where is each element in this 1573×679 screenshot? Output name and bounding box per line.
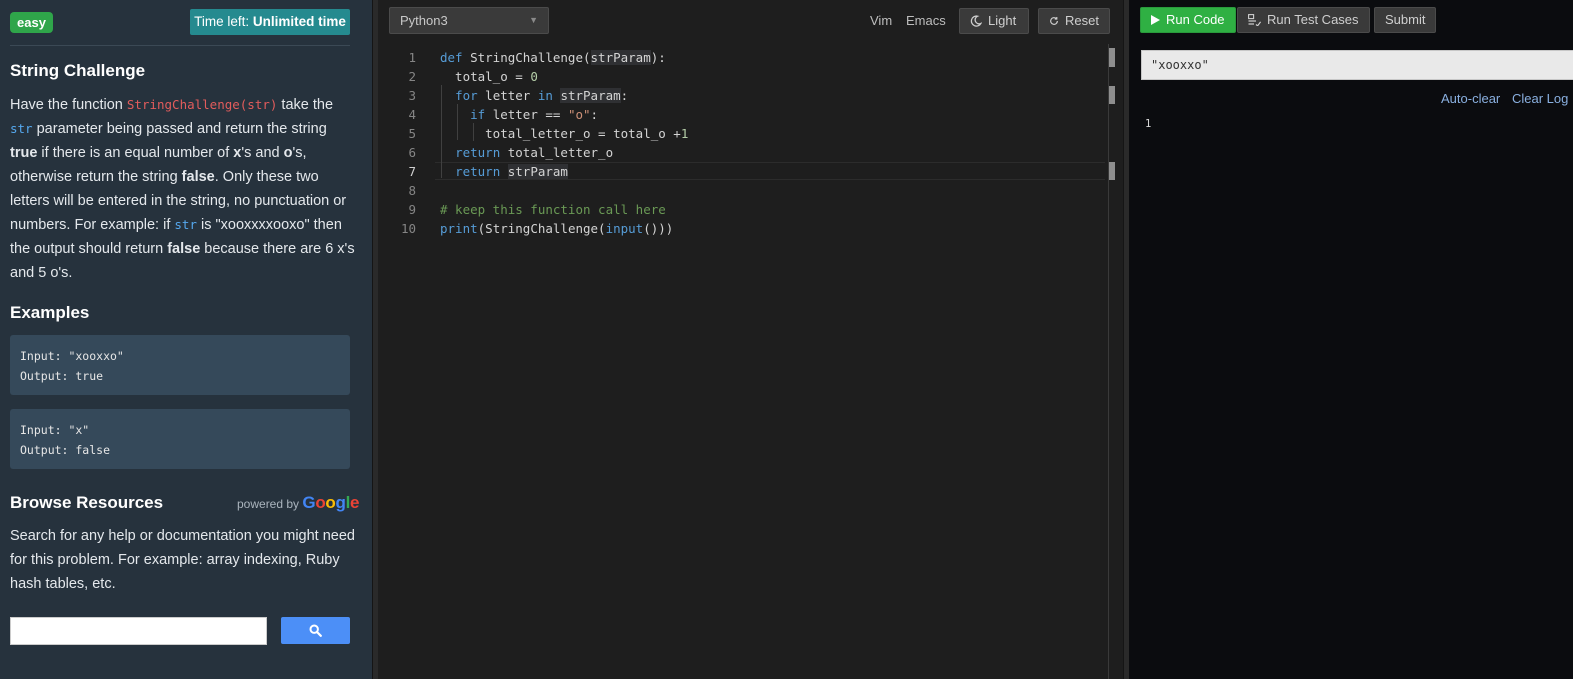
run-test-cases-button[interactable]: Run Test Cases xyxy=(1237,7,1370,33)
line-number: 10 xyxy=(400,221,416,236)
resources-text: Search for any help or documentation you… xyxy=(10,528,355,592)
line-number: 5 xyxy=(408,126,416,141)
code-editor-panel: Python3 ▼ Vim Emacs Light Reset 1 2 3 4 … xyxy=(378,0,1123,679)
param-code: str xyxy=(10,121,33,136)
submit-label: Submit xyxy=(1385,12,1426,27)
search-button[interactable] xyxy=(281,617,350,644)
line-number: 2 xyxy=(408,69,416,84)
example-output: Output: false xyxy=(20,443,111,457)
line-number-active: 7 xyxy=(408,164,416,179)
difficulty-badge: easy xyxy=(10,12,53,33)
reset-button[interactable]: Reset xyxy=(1038,8,1110,34)
o-char: o xyxy=(283,145,293,161)
problem-title: String Challenge xyxy=(10,61,146,80)
example-box: Input: "xooxxo" Output: true xyxy=(10,335,350,395)
example-box: Input: "x" Output: false xyxy=(10,409,350,469)
run-code-button[interactable]: Run Code xyxy=(1140,7,1236,33)
line-number: 8 xyxy=(408,183,416,198)
chevron-down-icon: ▼ xyxy=(529,15,538,25)
code-line: # keep this function call here xyxy=(440,202,666,217)
resources-title: Browse Resources xyxy=(10,493,164,512)
editor-scrollbar[interactable] xyxy=(1108,44,1109,679)
line-number: 6 xyxy=(408,145,416,160)
code-line: return strParam xyxy=(455,164,568,179)
language-value: Python3 xyxy=(400,13,448,28)
true-keyword: true xyxy=(10,145,38,161)
code-line: def StringChallenge(strParam): xyxy=(440,50,666,65)
time-left-label: Time left: xyxy=(194,14,250,29)
language-select[interactable]: Python3 ▼ xyxy=(389,7,549,34)
powered-by-google: powered by Google xyxy=(237,493,360,513)
stdin-input[interactable]: "xooxxo" xyxy=(1141,50,1573,80)
code-line: if letter == "o": xyxy=(470,107,599,122)
example-output: Output: true xyxy=(20,369,104,383)
scroll-marker xyxy=(1109,162,1115,180)
desc-text: Have the function xyxy=(10,97,127,113)
time-left-value: Unlimited time xyxy=(252,14,346,29)
code-line: total_letter_o = total_o +1 xyxy=(440,126,689,141)
powered-by-text: powered by xyxy=(237,497,300,511)
search-icon xyxy=(309,624,322,637)
desc-text: 's and xyxy=(241,145,284,161)
list-icon xyxy=(1248,14,1261,26)
scroll-marker xyxy=(1109,86,1115,104)
example-input: Input: "x" xyxy=(20,423,90,437)
false-keyword: false xyxy=(181,169,215,185)
moon-icon xyxy=(970,15,982,27)
submit-button[interactable]: Submit xyxy=(1374,7,1437,33)
example-input: Input: "xooxxo" xyxy=(20,349,124,363)
line-number: 4 xyxy=(408,107,416,122)
run-code-label: Run Code xyxy=(1166,12,1225,27)
play-icon xyxy=(1151,15,1160,25)
examples-title: Examples xyxy=(10,303,90,322)
param-code: str xyxy=(174,217,197,232)
desc-text: take the xyxy=(277,97,334,113)
problem-description: Have the function StringChallenge(str) t… xyxy=(10,93,355,285)
line-number: 1 xyxy=(408,50,416,65)
vim-mode-link[interactable]: Vim xyxy=(870,13,892,28)
line-number: 3 xyxy=(408,88,416,103)
resource-search-input[interactable] xyxy=(10,617,267,645)
code-line: for letter in strParam: xyxy=(455,88,629,103)
problem-panel: easy Time left: Unlimited time String Ch… xyxy=(0,0,372,679)
code-line: print(StringChallenge(input())) xyxy=(440,221,674,236)
console-output: 1 xyxy=(1145,118,1152,130)
desc-text: if there is an equal number of xyxy=(37,145,234,161)
false-keyword: false xyxy=(167,241,201,257)
emacs-mode-link[interactable]: Emacs xyxy=(906,13,946,28)
desc-text: parameter being passed and return the st… xyxy=(32,121,327,137)
run-test-cases-label: Run Test Cases xyxy=(1267,12,1359,27)
refresh-icon xyxy=(1050,16,1058,25)
line-number: 9 xyxy=(408,202,416,217)
scroll-marker xyxy=(1109,48,1115,67)
function-signature: StringChallenge(str) xyxy=(126,97,278,112)
code-line: total_o = 0 xyxy=(440,69,538,84)
auto-clear-toggle[interactable]: Auto-clear xyxy=(1441,91,1500,106)
light-theme-button[interactable]: Light xyxy=(959,8,1029,34)
light-label: Light xyxy=(988,13,1017,28)
clear-log-link[interactable]: Clear Log xyxy=(1512,91,1568,106)
console-panel: Run Code Run Test Cases Submit "xooxxo" … xyxy=(1129,0,1573,679)
time-left-box: Time left: Unlimited time xyxy=(190,9,350,35)
code-line: return total_letter_o xyxy=(455,145,614,160)
divider xyxy=(10,45,350,46)
reset-label: Reset xyxy=(1065,13,1099,28)
google-logo: Google xyxy=(302,493,360,512)
